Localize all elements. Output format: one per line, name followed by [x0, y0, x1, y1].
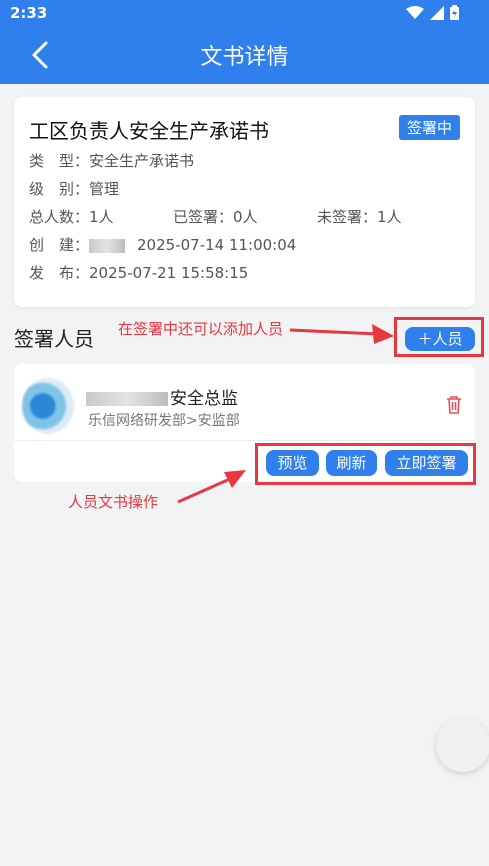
type-value: 安全生产承诺书: [89, 152, 195, 170]
page-title: 文书详情: [200, 45, 289, 70]
delete-trash-icon[interactable]: [446, 396, 462, 414]
unsigned-label: 未签署：: [317, 208, 378, 226]
add-hint-annotation: 在签署中还可以添加人员: [118, 320, 284, 338]
status-icons: [406, 5, 459, 20]
created-time: 2025-07-14 11:00:04: [137, 236, 297, 254]
blurred-name: [86, 392, 168, 406]
total-value: 1人: [89, 208, 114, 226]
battery-icon: [450, 5, 459, 20]
document-info-card: 工区负责人安全生产承诺书 签署中 类 型：安全生产承诺书 级 别：管理 总人数：…: [14, 97, 475, 307]
level-label: 级 别：: [29, 180, 90, 198]
signed-label: 已签署：: [173, 208, 234, 226]
published-row: 发 布：2025-07-21 15:58:15: [29, 262, 248, 283]
created-label: 创 建：: [29, 236, 90, 254]
floating-button[interactable]: [436, 718, 489, 772]
status-badge: 签署中: [398, 115, 460, 140]
document-title: 工区负责人安全生产承诺书: [29, 119, 269, 143]
level-value: 管理: [89, 180, 120, 198]
arrow-icon: [290, 324, 394, 344]
type-row: 类 型：安全生产承诺书: [29, 150, 194, 171]
type-label: 类 型：: [29, 152, 90, 170]
signed-value: 0人: [233, 208, 258, 226]
status-time: 2:33: [10, 4, 48, 22]
signer-title: 安全总监: [170, 389, 238, 409]
signers-section-title: 签署人员: [14, 327, 94, 351]
signer-name: 安全总监: [86, 384, 238, 409]
level-row: 级 别：管理: [29, 178, 119, 199]
created-row: 创 建： 2025-07-14 11:00:04: [29, 234, 296, 255]
published-label: 发 布：: [29, 264, 90, 282]
avatar: [22, 378, 74, 434]
nav-bar: 文书详情: [0, 26, 489, 84]
total-label: 总人数：: [29, 208, 90, 226]
signal-icon: [430, 5, 444, 20]
divider: [14, 440, 475, 441]
published-time: 2025-07-21 15:58:15: [89, 264, 249, 282]
ops-hint-annotation: 人员文书操作: [68, 493, 159, 511]
unsigned-value: 1人: [377, 208, 402, 226]
add-button-highlight-box: [394, 317, 484, 357]
wifi-icon: [406, 5, 424, 19]
blurred-creator: [89, 238, 126, 253]
total-row: 总人数：1人: [29, 206, 114, 227]
signer-department: 乐信网络研发部>安监部: [88, 413, 240, 429]
status-bar: 2:33: [0, 0, 489, 26]
arrow-icon: [177, 470, 246, 504]
unsigned-row: 未签署：1人: [317, 206, 402, 227]
actions-highlight-box: [255, 443, 476, 485]
signed-row: 已签署：0人: [173, 206, 258, 227]
